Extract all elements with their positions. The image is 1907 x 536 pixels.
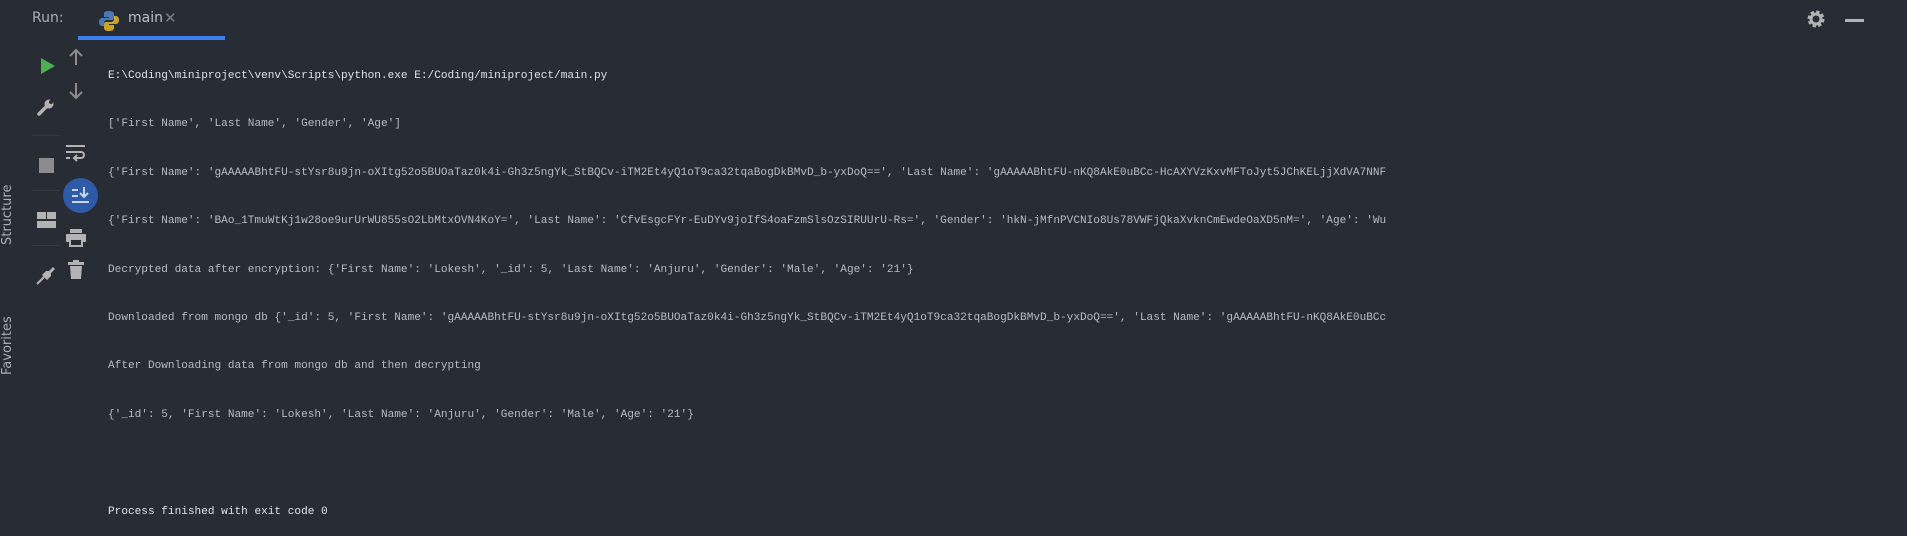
- console-line: {'First Name': 'gAAAAABhtFU-stYsr8u9jn-o…: [108, 166, 1387, 179]
- separator: [32, 245, 60, 246]
- close-tab-icon[interactable]: ✕: [164, 9, 177, 27]
- console-line: ['First Name', 'Last Name', 'Gender', 'A…: [108, 118, 401, 131]
- console-line: After Downloading data from mongo db and…: [108, 360, 481, 373]
- minimize-icon[interactable]: [1845, 19, 1864, 22]
- favorites-tab[interactable]: Favorites: [0, 316, 15, 375]
- scroll-to-end-icon: [72, 187, 89, 203]
- favorites-label: Favorites: [0, 316, 15, 375]
- run-toolbar: Run: main ✕: [0, 0, 1907, 40]
- separator: [32, 135, 60, 136]
- arrow-up-icon[interactable]: [68, 48, 84, 66]
- scroll-to-end-button[interactable]: [63, 178, 98, 213]
- console-line: Downloaded from mongo db {'_id': 5, 'Fir…: [108, 311, 1387, 324]
- tab-label: main: [128, 10, 163, 26]
- left-tool-strip: Structure Favorites: [0, 40, 22, 412]
- structure-tab[interactable]: Structure: [0, 185, 15, 245]
- arrow-down-icon[interactable]: [68, 82, 84, 100]
- rerun-play-icon[interactable]: [40, 57, 56, 75]
- tab-main[interactable]: main ✕: [80, 4, 177, 34]
- soft-wrap-icon[interactable]: [66, 144, 86, 162]
- structure-label: Structure: [0, 184, 15, 245]
- stop-icon[interactable]: [39, 158, 54, 173]
- console-line: Decrypted data after encryption: {'First…: [108, 263, 914, 276]
- layout-icon[interactable]: [37, 212, 56, 228]
- pin-icon[interactable]: [35, 264, 57, 286]
- console-line: {'First Name': 'BAo_1TmuWtKj1w28oe9urUrW…: [108, 215, 1387, 228]
- trash-icon[interactable]: [68, 260, 84, 280]
- wrench-icon[interactable]: [36, 97, 56, 117]
- gear-icon[interactable]: [1806, 9, 1826, 29]
- console-line-command: E:\Coding\miniproject\venv\Scripts\pytho…: [108, 70, 608, 82]
- console-line-exit: Process finished with exit code 0: [108, 505, 328, 518]
- console-line-empty: [108, 451, 1907, 475]
- run-label: Run:: [32, 10, 64, 26]
- python-icon: [99, 11, 119, 31]
- console-output[interactable]: E:\Coding\miniproject\venv\Scripts\pytho…: [108, 40, 1907, 536]
- separator: [32, 190, 60, 191]
- print-icon[interactable]: [66, 229, 86, 247]
- console-line: {'_id': 5, 'First Name': 'Lokesh', 'Last…: [108, 408, 694, 421]
